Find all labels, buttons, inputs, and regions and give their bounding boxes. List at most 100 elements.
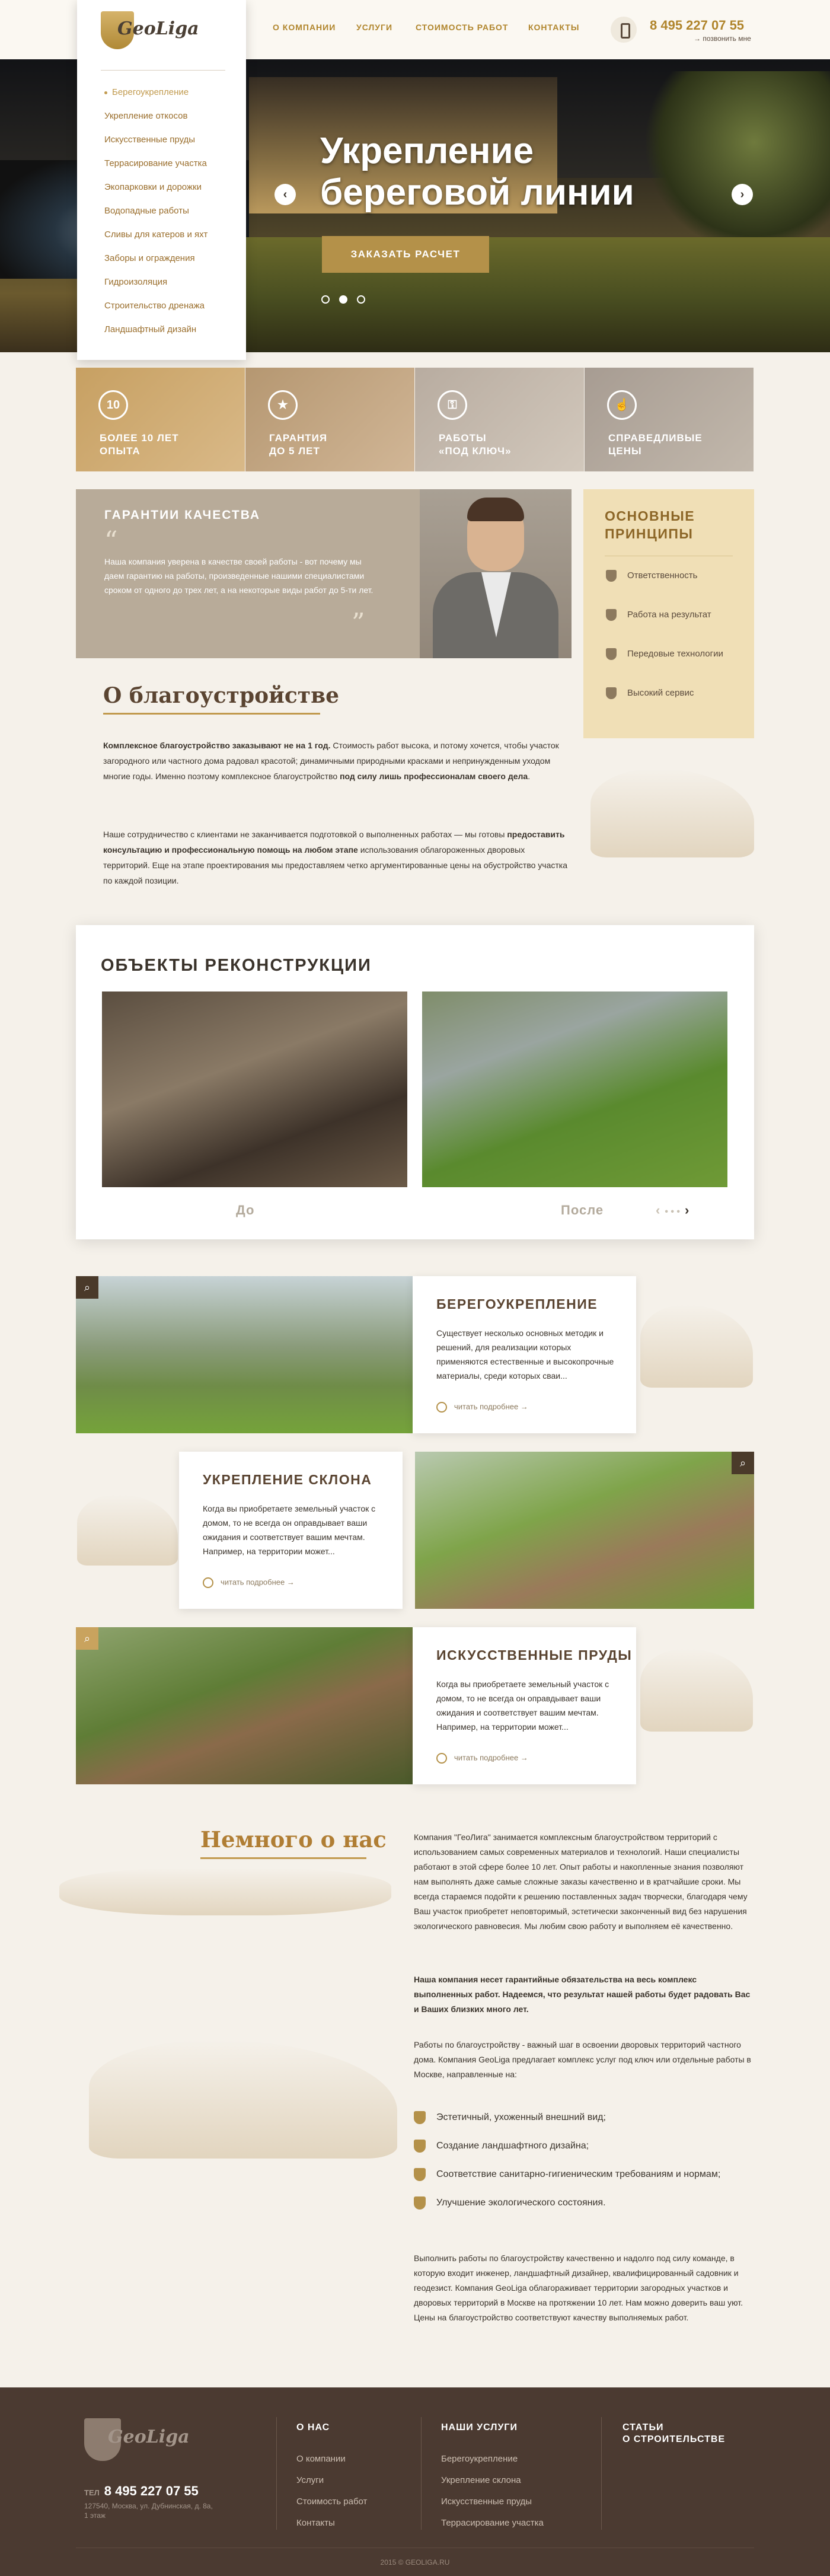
copyright: 2015 © GEOLIGA.RU bbox=[380, 2558, 450, 2567]
zoom-icon[interactable]: ⌕ bbox=[76, 1276, 98, 1299]
footer-link[interactable]: Искусственные пруды bbox=[441, 2497, 532, 2507]
footer-link[interactable]: Берегоукрепление bbox=[441, 2454, 518, 2464]
divider bbox=[101, 70, 225, 71]
hero-prev-arrow[interactable]: ‹ bbox=[274, 184, 296, 205]
shield-icon bbox=[606, 687, 617, 699]
menu-item[interactable]: Террасирование участка bbox=[104, 154, 208, 178]
slope-photo[interactable] bbox=[415, 1452, 754, 1609]
shield-icon bbox=[606, 609, 617, 621]
check-label: Создание ландшафтного дизайна; bbox=[436, 2141, 589, 2151]
hero-next-arrow[interactable]: › bbox=[732, 184, 753, 205]
logo-text: GeoLiga bbox=[117, 18, 199, 39]
feature-line: Работы bbox=[439, 432, 487, 444]
card-text: Когда вы приобретаете земельный участок … bbox=[203, 1504, 376, 1556]
shore-photo[interactable] bbox=[76, 1276, 413, 1433]
about-bold: Комплексное благоустройство заказывают н… bbox=[103, 741, 331, 750]
footer-col-title: О нас bbox=[296, 2422, 330, 2432]
services-dropdown: GeoLiga Берегоукрепление Укрепление отко… bbox=[77, 0, 246, 360]
principle-item: Работа на результат bbox=[606, 609, 711, 621]
card-text: Когда вы приобретаете земельный участок … bbox=[436, 1679, 609, 1732]
footer-logo[interactable]: GeoLiga bbox=[84, 2418, 190, 2472]
quote-open-icon: “ bbox=[104, 526, 118, 556]
call-me-label: позвонить мне bbox=[703, 34, 751, 43]
tel-number: 8 495 227 07 55 bbox=[104, 2483, 199, 2498]
slide-dot[interactable] bbox=[339, 295, 347, 304]
about-bold: под силу лишь профессионалам своего дела bbox=[340, 771, 528, 781]
footer-link[interactable]: Стоимость работ bbox=[296, 2497, 367, 2507]
menu-item[interactable]: Экопарковки и дорожки bbox=[104, 178, 208, 202]
menu-item[interactable]: Берегоукрепление bbox=[104, 83, 208, 107]
pond-photo[interactable] bbox=[76, 1627, 413, 1784]
nav-services[interactable]: Услуги bbox=[356, 23, 392, 32]
feature-line: цены bbox=[608, 445, 642, 457]
principles-block: Основные принципы Ответственность Работа … bbox=[583, 489, 754, 738]
hero-lawn bbox=[225, 237, 830, 352]
hero-title-line1: Укрепление bbox=[320, 130, 534, 171]
principle-label: Высокий сервис bbox=[627, 687, 694, 698]
nav-prices[interactable]: Стоимость работ bbox=[416, 23, 508, 32]
slide-dot[interactable] bbox=[357, 295, 365, 304]
principles-title-line: принципы bbox=[605, 526, 694, 541]
about-text: Наше сотрудничество с клиентами не закан… bbox=[103, 830, 507, 839]
footer-phone[interactable]: ТЕЛ 8 495 227 07 55 bbox=[84, 2483, 199, 2499]
nav-contacts[interactable]: Контакты bbox=[528, 23, 579, 32]
photo-hair bbox=[467, 498, 524, 521]
footer-col-title[interactable]: Статьи о строительстве bbox=[622, 2422, 725, 2446]
check-label: Эстетичный, ухоженный внешний вид; bbox=[436, 2112, 606, 2123]
footer-col-title-line: Статьи bbox=[622, 2422, 664, 2432]
zoom-icon[interactable]: ⌕ bbox=[76, 1627, 98, 1650]
pager-dots[interactable]: • • • bbox=[665, 1207, 680, 1217]
menu-item[interactable]: Заборы и ограждения bbox=[104, 249, 208, 273]
check-shield-icon bbox=[414, 2196, 426, 2210]
before-photo[interactable] bbox=[102, 991, 407, 1187]
tel-label: ТЕЛ bbox=[84, 2488, 100, 2497]
footer-link[interactable]: Террасирование участка bbox=[441, 2518, 544, 2528]
principle-item: Высокий сервис bbox=[606, 687, 694, 699]
feature-line: опыта bbox=[100, 445, 141, 457]
next-arrow[interactable]: › bbox=[685, 1203, 689, 1217]
footer-link[interactable]: Услуги bbox=[296, 2475, 324, 2485]
call-me-link[interactable]: → позвонить мне bbox=[694, 34, 751, 43]
check-item: Эстетичный, ухоженный внешний вид; bbox=[414, 2111, 606, 2124]
sketch-illustration bbox=[640, 1649, 753, 1732]
principles-title: Основные принципы bbox=[605, 507, 695, 543]
prev-arrow[interactable]: ‹ bbox=[656, 1203, 660, 1217]
before-label: До bbox=[236, 1203, 255, 1217]
principle-label: Работа на результат bbox=[627, 609, 711, 620]
shield-icon bbox=[606, 570, 617, 582]
experience-icon: 10 bbox=[98, 390, 128, 420]
shield-star-icon: ★ bbox=[268, 390, 298, 420]
sketch-illustration bbox=[590, 769, 754, 857]
footer-link[interactable]: О компании bbox=[296, 2454, 346, 2464]
read-more-link[interactable]: читать подробнее → bbox=[436, 1402, 528, 1413]
header-phone[interactable]: 8 495 227 07 55 bbox=[650, 18, 744, 33]
feature-title: Работы «под ключ» bbox=[439, 432, 512, 458]
slide-dot[interactable] bbox=[321, 295, 330, 304]
read-more-link[interactable]: читать подробнее → bbox=[436, 1753, 528, 1764]
zoom-icon[interactable]: ⌕ bbox=[732, 1452, 754, 1474]
menu-item[interactable]: Искусственные пруды bbox=[104, 130, 208, 154]
order-calculation-button[interactable]: Заказать расчет bbox=[322, 236, 489, 273]
menu-item[interactable]: Водопадные работы bbox=[104, 202, 208, 225]
feature-experience: 10 Более 10 лет опыта bbox=[76, 368, 245, 471]
menu-item[interactable]: Строительство дренажа bbox=[104, 297, 208, 320]
shield-icon bbox=[606, 648, 617, 660]
read-more-link[interactable]: читать подробнее → bbox=[203, 1577, 295, 1588]
menu-item[interactable]: Укрепление откосов bbox=[104, 107, 208, 130]
menu-item[interactable]: Сливы для катеров и яхт bbox=[104, 225, 208, 249]
menu-item[interactable]: Гидроизоляция bbox=[104, 273, 208, 297]
about-title: О благоустройстве bbox=[103, 683, 339, 715]
footer-link[interactable]: Контакты bbox=[296, 2518, 335, 2528]
objects-gallery: Объекты реконструкции До После ‹ • • • › bbox=[76, 925, 754, 1239]
menu-item[interactable]: Ландшафтный дизайн bbox=[104, 320, 208, 344]
footer-link[interactable]: Укрепление склона bbox=[441, 2475, 521, 2485]
service-card: Берегоукрепление Существует несколько ос… bbox=[413, 1276, 636, 1433]
principle-label: Передовые технологии bbox=[627, 648, 723, 659]
quality-title: Гарантии качества bbox=[104, 508, 260, 522]
nav-about[interactable]: О компании bbox=[273, 23, 336, 32]
after-photo[interactable] bbox=[422, 991, 727, 1187]
footer: GeoLiga ТЕЛ 8 495 227 07 55 127540, Москв… bbox=[0, 2387, 830, 2576]
logo[interactable]: GeoLiga bbox=[101, 9, 199, 58]
quality-guarantee-block: Гарантии качества “ Наша компания уверен… bbox=[76, 489, 572, 658]
objects-title: Объекты реконструкции bbox=[101, 956, 372, 975]
